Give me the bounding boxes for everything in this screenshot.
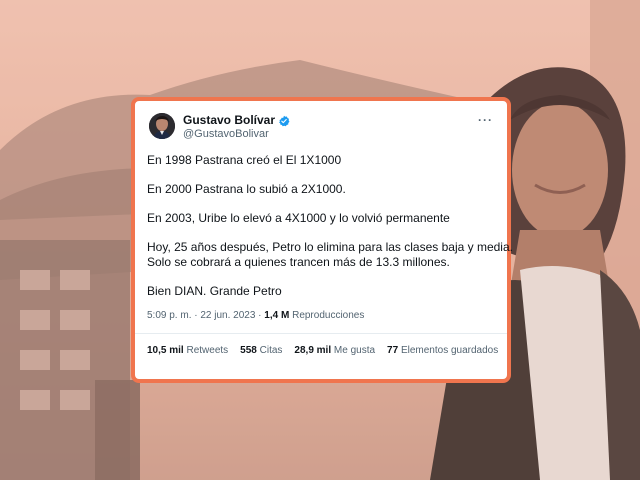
retweets-stat[interactable]: 10,5 mil Retweets (147, 345, 228, 356)
tweet-meta: 5:09 p. m. · 22 jun. 2023 · 1,4 M Reprod… (147, 310, 495, 321)
quotes-stat[interactable]: 558 Citas (240, 345, 282, 356)
tweet-line: En 1998 Pastrana creó el El 1X1000 (147, 153, 342, 167)
more-options-icon[interactable]: ··· (478, 113, 493, 127)
tweet-timestamp[interactable]: 5:09 p. m. · 22 jun. 2023 · (147, 310, 264, 321)
avatar-image (149, 113, 175, 139)
tweet-card: Gustavo Bolívar @GustavoBolivar ··· En 1… (131, 97, 513, 383)
quotes-label: Citas (256, 345, 283, 356)
tweet-header: Gustavo Bolívar @GustavoBolivar ··· (147, 111, 495, 147)
retweets-count: 10,5 mil (147, 345, 184, 356)
retweets-label: Retweets (183, 345, 229, 356)
tweet-line: En 2000 Pastrana lo subió a 2X1000. (147, 182, 346, 196)
tweet-line: Bien DIAN. Grande Petro (147, 284, 282, 298)
bookmarks-stat[interactable]: 77 Elementos guardados (387, 345, 498, 356)
bookmarks-label: Elementos guardados (398, 345, 499, 356)
tweet-line: Solo se cobrará a quienes trancen más de… (147, 255, 450, 269)
tweet-line: Hoy, 25 años después, Petro lo elimina p… (147, 240, 513, 254)
tweet-body: En 1998 Pastrana creó el El 1X1000 En 20… (147, 153, 513, 299)
tweet-line: En 2003, Uribe lo elevó a 4X1000 y lo vo… (147, 211, 450, 225)
author-name[interactable]: Gustavo Bolívar (183, 113, 275, 127)
author-info: Gustavo Bolívar @GustavoBolivar (183, 113, 290, 140)
bookmarks-count: 77 (387, 345, 399, 356)
likes-stat[interactable]: 28,9 mil Me gusta (294, 345, 375, 356)
views-count: 1,4 M (264, 310, 290, 321)
likes-count: 28,9 mil (294, 345, 332, 356)
tweet-stats: 10,5 mil Retweets 558 Citas 28,9 mil Me … (147, 334, 498, 356)
avatar[interactable] (149, 113, 175, 139)
author-handle[interactable]: @GustavoBolivar (183, 128, 290, 140)
verified-badge-icon (278, 114, 290, 127)
quotes-count: 558 (240, 345, 257, 356)
views-label: Reproducciones (289, 310, 365, 321)
likes-label: Me gusta (331, 345, 376, 356)
